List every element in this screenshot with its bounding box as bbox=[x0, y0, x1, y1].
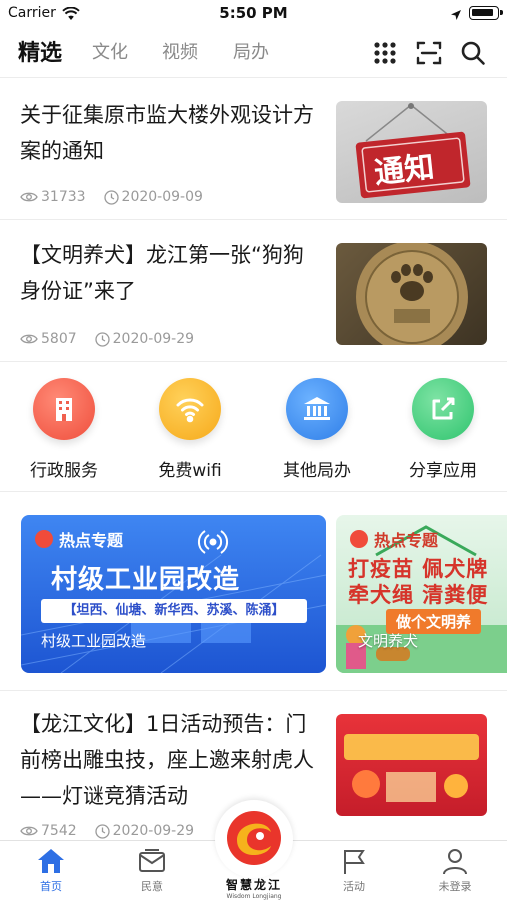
service-label: 分享应用 bbox=[409, 461, 477, 481]
hot-topic-tag: 热点专题 bbox=[350, 527, 438, 551]
view-count: 5807 bbox=[41, 331, 77, 347]
flame-icon bbox=[350, 530, 368, 548]
banner-civilized-dog-raising[interactable]: 热点专题 打疫苗 佩犬牌 牵犬绳 清粪便 做个文明养 文明养犬 bbox=[336, 515, 507, 673]
signal-tower-icon bbox=[198, 530, 228, 554]
news-meta: 31733 2020-09-09 bbox=[20, 189, 221, 205]
tab-home[interactable]: 首页 bbox=[11, 847, 91, 894]
tab-activity[interactable]: 活动 bbox=[314, 847, 394, 894]
news-title: 【文明养犬】龙江第一张“狗狗身份证”来了 bbox=[20, 243, 304, 303]
thumbnail-notice-text: 通知 bbox=[372, 149, 437, 192]
news-item[interactable]: 【文明养犬】龙江第一张“狗狗身份证”来了 5807 2020-09-29 bbox=[0, 221, 507, 362]
status-bar: Carrier 5:50 PM bbox=[0, 0, 507, 28]
service-free-wifi[interactable]: 免费wifi bbox=[135, 378, 245, 481]
news-thumbnail bbox=[336, 243, 487, 345]
tab-juban[interactable]: 局办 bbox=[233, 38, 269, 64]
grid-menu-icon[interactable] bbox=[372, 40, 398, 66]
banner-headline-2: 牵犬绳 清粪便 bbox=[348, 583, 489, 607]
tab-login[interactable]: 未登录 bbox=[415, 847, 495, 894]
building-icon bbox=[33, 378, 95, 440]
clock-icon bbox=[94, 331, 110, 347]
tab-shipin[interactable]: 视频 bbox=[162, 38, 198, 64]
publish-date: 2020-09-29 bbox=[112, 823, 195, 839]
user-icon bbox=[443, 849, 467, 875]
clock: 5:50 PM bbox=[219, 4, 288, 22]
view-count: 31733 bbox=[41, 189, 86, 205]
logo-caption: 智慧龙江 Wisdom Longjiang bbox=[205, 876, 303, 900]
tab-label: 民意 bbox=[141, 880, 163, 893]
wifi-icon bbox=[159, 378, 221, 440]
view-count: 7542 bbox=[41, 823, 77, 839]
clock-icon bbox=[94, 823, 110, 839]
view-count-icon bbox=[20, 192, 38, 202]
scan-icon[interactable] bbox=[416, 40, 442, 66]
tab-jingxuan[interactable]: 精选 bbox=[18, 35, 62, 67]
news-meta: 7542 2020-09-29 bbox=[20, 823, 212, 839]
publish-date: 2020-09-09 bbox=[121, 189, 203, 205]
banner-caption: 村级工业园改造 bbox=[41, 632, 147, 650]
news-thumbnail bbox=[336, 714, 487, 816]
news-title: 【龙江文化】1日活动预告：门前榜出雕虫技，座上邀来射虎人——灯谜竞猜活动 bbox=[20, 712, 314, 808]
topic-banner-carousel: 热点专题 村级工业园改造 【坦西、仙塘、新华西、苏溪、陈涌】 村级工业园改造 热… bbox=[0, 493, 507, 691]
bank-icon bbox=[286, 378, 348, 440]
tab-label: 活动 bbox=[343, 880, 365, 893]
tab-label: 首页 bbox=[40, 880, 62, 893]
news-meta: 5807 2020-09-29 bbox=[20, 331, 212, 347]
service-label: 其他局办 bbox=[283, 461, 351, 481]
banner-headline: 村级工业园改造 bbox=[51, 565, 241, 595]
quick-services: 行政服务 免费wifi 其他局办 分享应用 bbox=[0, 362, 507, 492]
flame-icon bbox=[35, 530, 53, 548]
news-title: 关于征集原市监大楼外观设计方案的通知 bbox=[20, 103, 314, 163]
service-share-app[interactable]: 分享应用 bbox=[388, 378, 498, 481]
banner-districts: 【坦西、仙塘、新华西、苏溪、陈涌】 bbox=[41, 599, 307, 623]
clock-icon bbox=[103, 189, 119, 205]
wisdom-longjiang-logo[interactable] bbox=[215, 800, 293, 878]
battery-icon bbox=[469, 6, 503, 20]
news-item[interactable]: 关于征集原市监大楼外观设计方案的通知 31733 2020-09-09 通知 bbox=[0, 79, 507, 220]
service-label: 免费wifi bbox=[158, 461, 222, 481]
top-nav: 精选 文化 视频 局办 bbox=[0, 28, 507, 78]
share-icon bbox=[412, 378, 474, 440]
view-count-icon bbox=[20, 826, 38, 836]
flag-icon bbox=[344, 850, 365, 874]
tab-label: 未登录 bbox=[438, 880, 472, 893]
hot-topic-tag: 热点专题 bbox=[35, 527, 123, 551]
service-label: 行政服务 bbox=[30, 461, 98, 481]
tab-public-opinion[interactable]: 民意 bbox=[112, 847, 192, 894]
publish-date: 2020-09-29 bbox=[112, 331, 195, 347]
logo-name-cn: 智慧龙江 bbox=[225, 878, 282, 892]
news-thumbnail: 通知 bbox=[336, 101, 487, 203]
tab-wenhua[interactable]: 文化 bbox=[92, 38, 128, 64]
banner-village-industrial-park[interactable]: 热点专题 村级工业园改造 【坦西、仙塘、新华西、苏溪、陈涌】 村级工业园改造 bbox=[21, 515, 326, 673]
view-count-icon bbox=[20, 334, 38, 344]
service-admin[interactable]: 行政服务 bbox=[9, 378, 119, 481]
home-icon bbox=[38, 849, 64, 873]
mail-icon bbox=[139, 849, 165, 872]
service-other-bureaus[interactable]: 其他局办 bbox=[262, 378, 372, 481]
search-icon[interactable] bbox=[460, 40, 486, 66]
location-arrow-icon bbox=[450, 6, 462, 25]
banner-caption: 文明养犬 bbox=[358, 632, 419, 650]
logo-name-en: Wisdom Longjiang bbox=[226, 893, 282, 900]
